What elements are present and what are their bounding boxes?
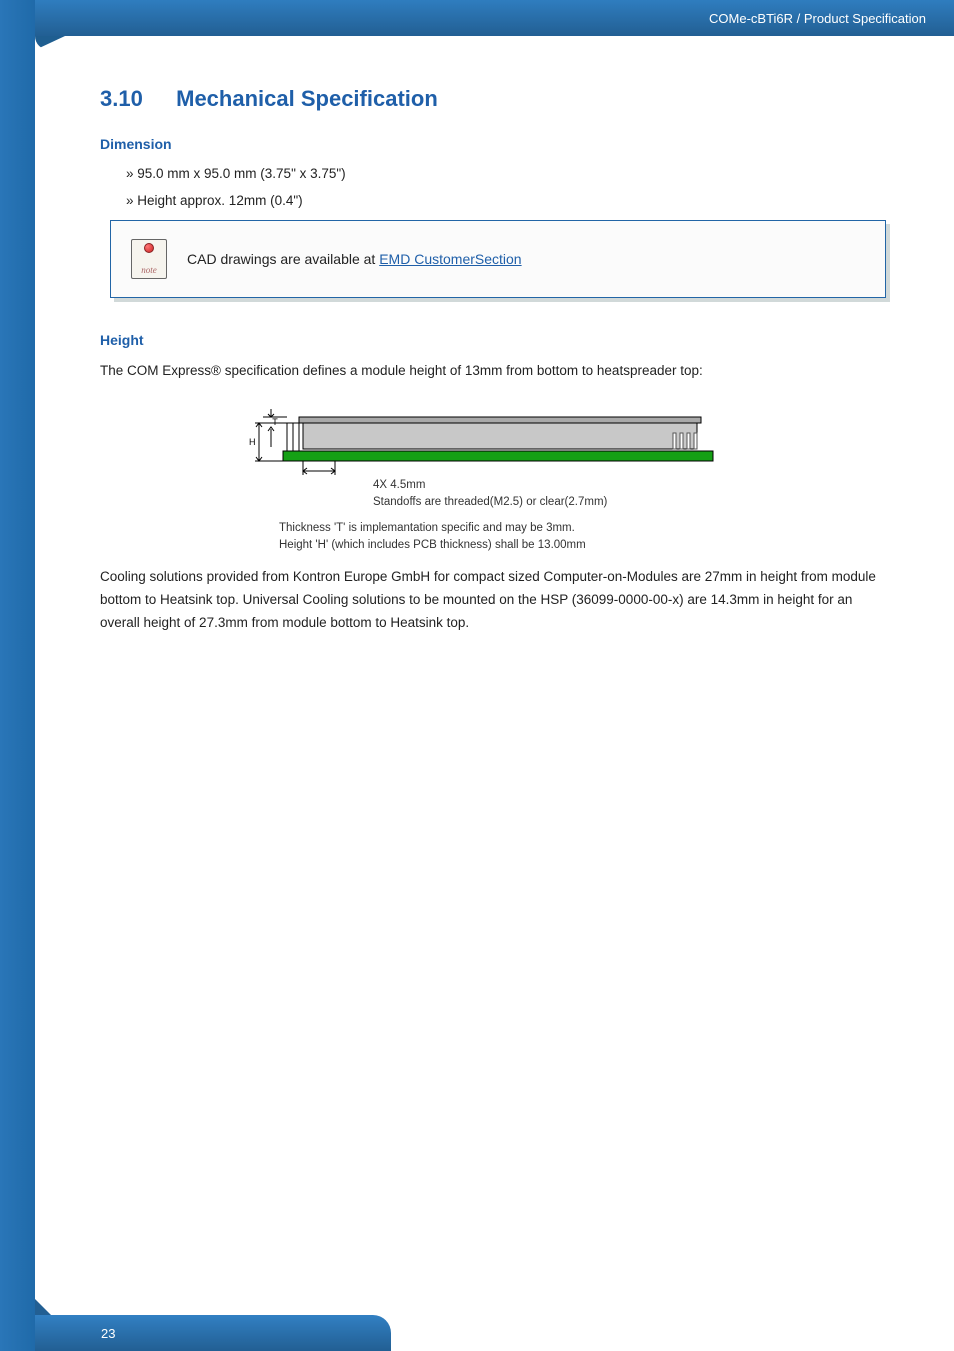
dimension-list: » 95.0 mm x 95.0 mm (3.75" x 3.75") » He… (126, 166, 886, 208)
diagram-label-T: T (272, 417, 278, 427)
page-content: 3.10 Mechanical Specification Dimension … (100, 86, 886, 634)
page-number: 23 (101, 1326, 115, 1341)
section-title: Mechanical Specification (176, 86, 438, 111)
cooling-paragraph: Cooling solutions provided from Kontron … (100, 566, 886, 635)
footer-corner-decor (35, 1299, 51, 1315)
subheading-height: Height (100, 332, 886, 348)
diagram-label-H: H (249, 437, 256, 447)
diagram-dim-label: 4X 4.5mm Standoffs are threaded(M2.5) or… (373, 477, 743, 510)
section-heading: 3.10 Mechanical Specification (100, 86, 886, 112)
header-bar: COMe-cBTi6R / Product Specification (35, 0, 954, 36)
diagram-footnote: Thickness 'T' is implemantation specific… (279, 520, 743, 553)
note-text: CAD drawings are available at EMD Custom… (187, 251, 522, 267)
note-box: CAD drawings are available at EMD Custom… (110, 220, 886, 298)
subheading-dimension: Dimension (100, 136, 886, 152)
note-callout: CAD drawings are available at EMD Custom… (110, 220, 886, 298)
height-intro: The COM Express® specification defines a… (100, 360, 886, 383)
footer-bar: 23 (35, 1315, 375, 1351)
breadcrumb: COMe-cBTi6R / Product Specification (709, 11, 926, 26)
dimension-bullet: » Height approx. 12mm (0.4") (126, 193, 886, 208)
left-blue-sidebar (0, 0, 35, 1351)
header-corner-decor (35, 36, 65, 50)
note-link[interactable]: EMD CustomerSection (379, 251, 521, 267)
dimension-bullet: » 95.0 mm x 95.0 mm (3.75" x 3.75") (126, 166, 886, 181)
height-diagram: T H 4X 4.5mm Standoffs are threaded(M2.5… (243, 403, 743, 554)
section-number: 3.10 (100, 86, 170, 112)
note-text-prefix: CAD drawings are available at (187, 251, 379, 267)
note-sticky-icon (131, 239, 167, 279)
